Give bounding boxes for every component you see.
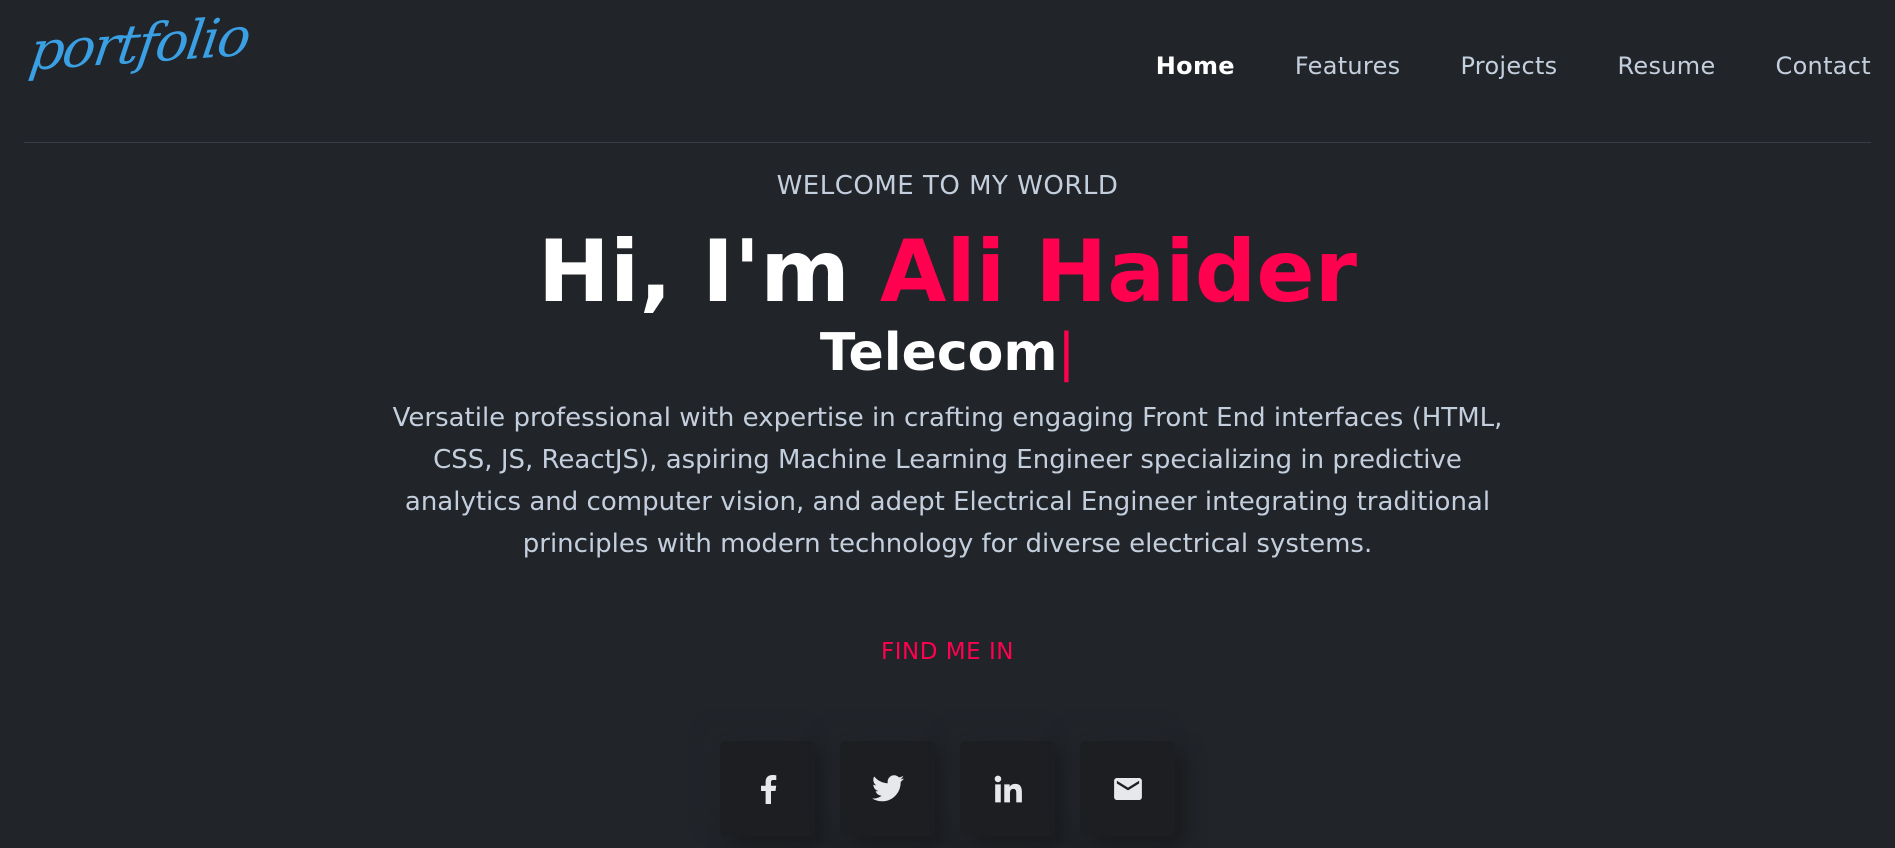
twitter-button[interactable] xyxy=(840,741,935,836)
email-icon xyxy=(1113,777,1142,800)
twitter-icon xyxy=(871,775,904,802)
role-text: Telecom xyxy=(819,323,1058,383)
email-button[interactable] xyxy=(1080,741,1175,836)
hero-section: WELCOME TO MY WORLD Hi, I'm Ali Haider T… xyxy=(0,142,1895,667)
linkedin-button[interactable] xyxy=(960,741,1055,836)
greeting-text: Hi, I'm xyxy=(537,222,880,322)
find-me-label: FIND ME IN xyxy=(881,639,1014,665)
social-links xyxy=(720,741,1200,836)
nav-link-features[interactable]: Features xyxy=(1295,52,1401,80)
facebook-icon xyxy=(760,774,776,804)
nav-link-contact[interactable]: Contact xyxy=(1776,52,1871,80)
welcome-text: WELCOME TO MY WORLD xyxy=(776,171,1119,201)
facebook-button[interactable] xyxy=(720,741,815,836)
linkedin-icon xyxy=(994,775,1022,802)
page: portfolio Home Features Projects Resume … xyxy=(0,0,1895,848)
nav-link-resume[interactable]: Resume xyxy=(1617,52,1715,80)
name-text: Ali Haider xyxy=(879,222,1358,322)
headline: Hi, I'm Ali Haider xyxy=(0,227,1895,317)
nav-link-projects[interactable]: Projects xyxy=(1460,52,1557,80)
role-text-container: Telecom| xyxy=(0,323,1895,383)
description-text: Versatile professional with expertise in… xyxy=(392,403,1503,559)
typing-cursor: | xyxy=(1057,323,1076,383)
nav-links: Home Features Projects Resume Contact xyxy=(1096,52,1871,80)
logo-link[interactable]: portfolio xyxy=(26,5,254,83)
nav-link-home[interactable]: Home xyxy=(1156,52,1235,80)
navbar: portfolio Home Features Projects Resume … xyxy=(24,0,1871,143)
